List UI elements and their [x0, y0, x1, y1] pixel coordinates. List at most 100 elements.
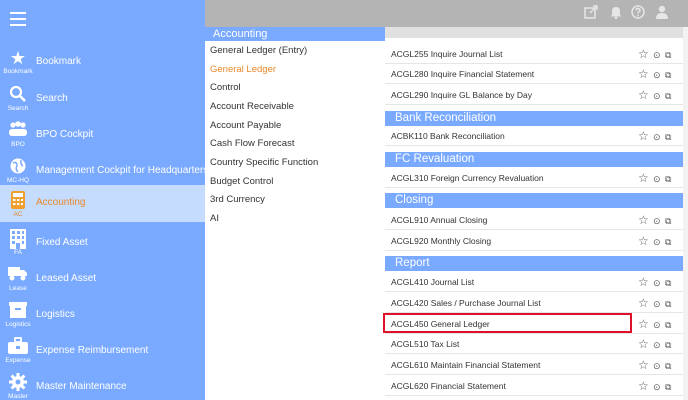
program-row[interactable]: ACGL910 Annual Closing ☆ ⊙ ⧉ [385, 210, 683, 230]
program-row[interactable]: ACGL620 Financial Statement ☆ ⊙ ⧉ [385, 376, 683, 396]
star-icon[interactable]: ☆ [638, 276, 649, 288]
program-label: ACGL620 Financial Statement [391, 381, 506, 391]
nav-item-accounting[interactable]: AC Accounting [0, 185, 205, 222]
new-window-icon[interactable]: ⧉ [665, 339, 671, 351]
play-icon[interactable]: ⊙ [653, 69, 661, 81]
program-label: ACGL410 Journal List [391, 277, 475, 287]
nav-item-expense[interactable]: Expense Expense Reimbursement [0, 335, 205, 371]
program-label: ACGL310 Foreign Currency Revaluation [391, 173, 544, 183]
play-icon[interactable]: ⊙ [653, 90, 661, 102]
play-icon[interactable]: ⊙ [653, 298, 661, 310]
category-item-general-ledger[interactable]: General Ledger [210, 64, 276, 75]
row-actions: ☆ ⊙ ⧉ [638, 89, 678, 101]
play-icon[interactable]: ⊙ [653, 49, 661, 61]
row-actions: ☆ ⊙ ⧉ [638, 297, 678, 309]
row-actions: ☆ ⊙ ⧉ [638, 380, 678, 392]
new-window-icon[interactable]: ⧉ [665, 381, 671, 393]
new-window-icon[interactable]: ⧉ [665, 360, 671, 372]
star-icon[interactable]: ☆ [638, 380, 649, 392]
user-icon[interactable] [655, 5, 669, 19]
new-window-icon[interactable]: ⧉ [665, 69, 671, 81]
main-nav: ★ Bookmark Bookmark Search Search BPO BP… [0, 0, 205, 400]
program-label: ACGL920 Monthly Closing [391, 236, 492, 246]
star-icon[interactable]: ☆ [638, 338, 649, 350]
top-bar [205, 0, 688, 27]
category-item-control[interactable]: Control [210, 82, 241, 93]
star-icon[interactable]: ☆ [638, 130, 649, 142]
nav-item-master-maintenance[interactable]: Master Master Maintenance [0, 371, 205, 400]
nav-abbr: AC [13, 211, 23, 218]
star-icon[interactable]: ☆ [638, 297, 649, 309]
nav-abbr: Search [7, 105, 29, 112]
star-icon[interactable]: ☆ [638, 359, 649, 371]
play-icon[interactable]: ⊙ [653, 381, 661, 393]
category-item-budget-control[interactable]: Budget Control [210, 176, 273, 187]
scrollbar-track[interactable] [683, 27, 688, 400]
category-item-gl-entry[interactable]: General Ledger (Entry) [210, 45, 307, 56]
play-icon[interactable]: ⊙ [653, 360, 661, 372]
new-window-icon[interactable]: ⧉ [665, 236, 671, 248]
new-window-icon[interactable]: ⧉ [665, 90, 671, 102]
program-row[interactable]: ACGL420 Sales / Purchase Journal List ☆ ⊙… [385, 293, 683, 313]
globe-icon [4, 157, 32, 179]
program-row[interactable]: ACGL920 Monthly Closing ☆ ⊙ ⧉ [385, 231, 683, 251]
new-window-icon[interactable]: ⧉ [665, 215, 671, 227]
category-item-ai[interactable]: AI [210, 213, 219, 224]
play-icon[interactable]: ⊙ [653, 215, 661, 227]
row-actions: ☆ ⊙ ⧉ [638, 172, 678, 184]
play-icon[interactable]: ⊙ [653, 236, 661, 248]
program-row[interactable]: ACGL310 Foreign Currency Revaluation ☆ ⊙ ⧉ [385, 168, 683, 188]
nav-item-search[interactable]: Search Search [0, 83, 205, 119]
program-row[interactable]: ACGL255 Inquire Journal List ☆ ⊙ ⧉ [385, 44, 683, 64]
category-item-3rd-currency[interactable]: 3rd Currency [210, 194, 265, 205]
nav-item-leased-asset[interactable]: Lease Leased Asset [0, 263, 205, 299]
new-window-icon[interactable]: ⧉ [665, 277, 671, 289]
search-icon [4, 85, 32, 107]
program-row[interactable]: ACBK110 Bank Reconciliation ☆ ⊙ ⧉ [385, 126, 683, 146]
nav-label: Logistics [36, 309, 75, 320]
program-row[interactable]: ACGL290 Inquire GL Balance by Day ☆ ⊙ ⧉ [385, 85, 683, 105]
program-row-highlighted[interactable]: ACGL450 General Ledger ☆ ⊙ ⧉ [383, 313, 683, 334]
play-icon[interactable]: ⊙ [653, 131, 661, 143]
row-actions: ☆ ⊙ ⧉ [638, 214, 678, 226]
category-item-country-specific[interactable]: Country Specific Function [210, 157, 318, 168]
nav-label: Leased Asset [36, 273, 97, 284]
star-icon[interactable]: ☆ [638, 48, 649, 60]
nav-abbr: BPO [11, 141, 25, 148]
nav-item-fixed-asset[interactable]: FA Fixed Asset [0, 227, 205, 263]
help-icon[interactable] [631, 5, 645, 19]
new-window-icon[interactable]: ⧉ [665, 298, 671, 310]
program-panel: ACGL255 Inquire Journal List ☆ ⊙ ⧉ ACGL280… [383, 27, 683, 400]
export-icon[interactable] [584, 5, 598, 19]
star-icon[interactable]: ☆ [638, 318, 649, 330]
program-label: ACGL510 Tax List [391, 339, 460, 349]
play-icon[interactable]: ⊙ [653, 339, 661, 351]
star-icon[interactable]: ☆ [638, 235, 649, 247]
bell-icon[interactable] [609, 5, 623, 20]
nav-item-bookmark[interactable]: ★ Bookmark Bookmark [0, 46, 205, 82]
new-window-icon[interactable]: ⧉ [665, 49, 671, 61]
star-icon[interactable]: ☆ [638, 68, 649, 80]
star-icon[interactable]: ☆ [638, 172, 649, 184]
new-window-icon[interactable]: ⧉ [665, 319, 671, 331]
program-row[interactable]: ACGL610 Maintain Financial Statement ☆ ⊙ ⧉ [385, 355, 683, 375]
hamburger-menu-icon[interactable] [10, 12, 26, 26]
play-icon[interactable]: ⊙ [653, 319, 661, 331]
gear-icon [4, 373, 32, 395]
category-item-account-payable[interactable]: Account Payable [210, 120, 281, 131]
play-icon[interactable]: ⊙ [653, 277, 661, 289]
category-item-cash-flow-forecast[interactable]: Cash Flow Forecast [210, 138, 294, 149]
program-row[interactable]: ACGL280 Inquire Financial Statement ☆ ⊙ ⧉ [385, 64, 683, 84]
play-icon[interactable]: ⊙ [653, 173, 661, 185]
nav-item-logistics[interactable]: Logistics Logistics [0, 299, 205, 335]
category-item-account-receivable[interactable]: Account Receivable [210, 101, 294, 112]
program-row[interactable]: ACGL510 Tax List ☆ ⊙ ⧉ [385, 334, 683, 354]
program-panel-top [385, 27, 683, 38]
nav-item-bpo-cockpit[interactable]: BPO BPO Cockpit [0, 119, 205, 155]
program-row[interactable]: ACGL410 Journal List ☆ ⊙ ⧉ [385, 272, 683, 292]
new-window-icon[interactable]: ⧉ [665, 173, 671, 185]
new-window-icon[interactable]: ⧉ [665, 131, 671, 143]
category-title: Accounting [205, 27, 385, 41]
star-icon[interactable]: ☆ [638, 214, 649, 226]
star-icon[interactable]: ☆ [638, 89, 649, 101]
